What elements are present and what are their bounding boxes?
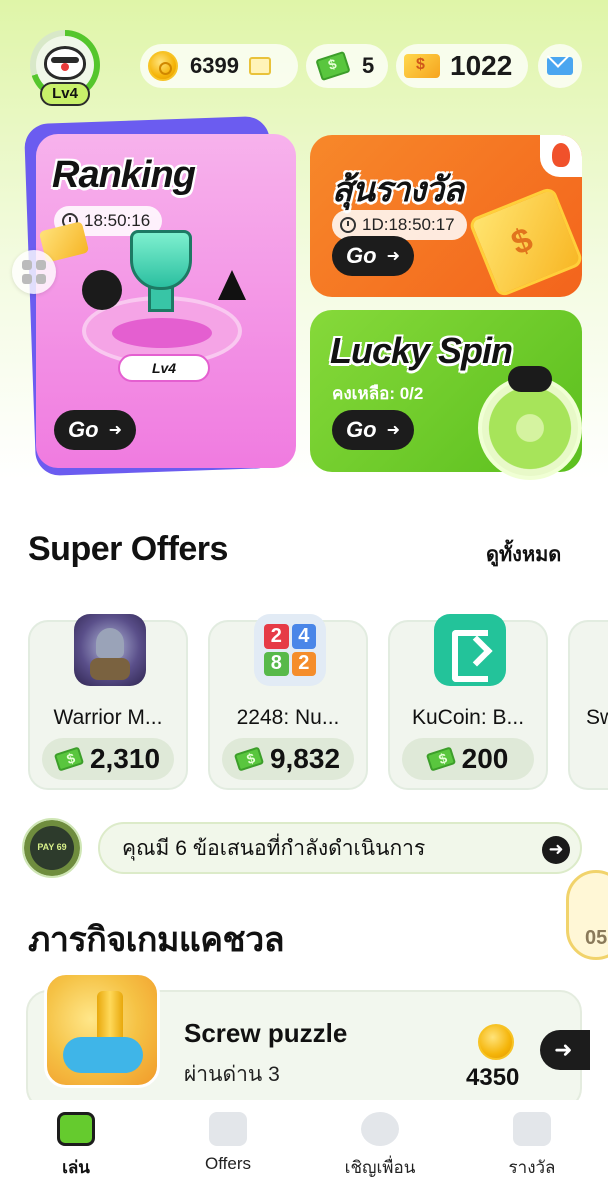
character-face-icon xyxy=(44,46,86,80)
tile-2b: 2 xyxy=(291,651,316,676)
lucky-spin-title: Lucky Spin xyxy=(330,330,513,371)
offer-card[interactable]: Warrior M... 2,310 xyxy=(28,614,188,790)
offer-reward-value: 200 xyxy=(461,743,509,774)
kucoin-icon xyxy=(434,614,506,686)
cash-icon xyxy=(53,746,85,772)
lucky-draw-go-label: Go xyxy=(346,243,377,268)
coin-icon xyxy=(478,1024,514,1060)
casual-games-title: ภารกิจเกมแคชวล xyxy=(28,921,285,959)
active-offers-message: คุณมี 6 ข้อเสนอที่กำลังดำเนินการ xyxy=(122,836,426,860)
coin-icon xyxy=(148,51,178,81)
offer-reward-value: 9,832 xyxy=(269,743,341,774)
offer-card[interactable]: 2 4 8 2 2248: Nu... 9,832 xyxy=(208,614,368,790)
offer-name: 2248: Nu... xyxy=(236,706,340,729)
offers-icon xyxy=(209,1112,247,1146)
offer-reward-value: 2,310 xyxy=(89,743,161,774)
offer-name: KuCoin: B... xyxy=(411,706,525,729)
lucky-spin-remaining: คงเหลือ: 0/2 xyxy=(332,384,424,403)
ticket-balance-value: 1022 xyxy=(450,50,513,81)
warrior-game-icon xyxy=(74,614,146,686)
lucky-draw-go-button[interactable]: Go ➜ xyxy=(332,236,414,276)
ledger-icon xyxy=(248,57,271,75)
bottom-nav: เล่น Offers เชิญเพื่อน รางวัล xyxy=(0,1100,608,1200)
cash-balance-value: 5 xyxy=(362,53,375,78)
fire-icon xyxy=(552,143,570,167)
tile-4: 4 xyxy=(291,624,316,649)
ranking-title: Ranking xyxy=(52,154,196,196)
ranking-timer-value: 18:50:16 xyxy=(84,211,151,230)
bomb-mascot-icon xyxy=(82,270,122,310)
nav-item-rewards[interactable]: รางวัล xyxy=(472,1112,592,1181)
side-menu-button[interactable] xyxy=(12,250,56,294)
gamepad-icon xyxy=(57,1112,95,1146)
clock-icon xyxy=(340,217,356,233)
offer-reward: 200 xyxy=(402,738,534,780)
game-reward: 4350 xyxy=(466,1064,520,1091)
offer-card-partial[interactable]: Sw xyxy=(568,620,608,790)
nav-item-offers[interactable]: Offers xyxy=(168,1112,288,1174)
coin-balance[interactable]: 6399 xyxy=(140,44,298,88)
invite-friend-icon xyxy=(361,1112,399,1146)
wheel-mascot-icon xyxy=(508,366,552,392)
ranking-go-label: Go xyxy=(68,417,99,442)
number-tiles-icon: 2 4 8 2 xyxy=(254,614,326,686)
cash-icon xyxy=(233,746,265,772)
nav-label: เชิญเพื่อน xyxy=(344,1158,416,1177)
nav-label: Offers xyxy=(205,1154,251,1173)
offer-name: Sw xyxy=(586,706,608,729)
nav-item-play[interactable]: เล่น xyxy=(16,1112,136,1181)
offer-reward: 2,310 xyxy=(42,738,174,780)
active-offers-banner[interactable]: PAY 69 คุณมี 6 ข้อเสนอที่กำลังดำเนินการ … xyxy=(20,818,582,878)
cash-icon xyxy=(315,50,351,82)
cash-icon xyxy=(425,746,456,772)
game-play-button[interactable]: ➜ xyxy=(540,1030,590,1070)
arrow-right-icon: ➜ xyxy=(108,422,122,439)
arrow-right-icon: ➜ xyxy=(386,248,400,265)
trophy-base xyxy=(112,318,212,348)
ticket-balance[interactable]: 1022 xyxy=(396,44,528,88)
hot-badge xyxy=(540,135,582,177)
see-all-link[interactable]: ดูทั้งหมด xyxy=(486,538,561,570)
trophy-icon xyxy=(130,230,192,290)
pay69-avatar-text: PAY 69 xyxy=(37,842,67,852)
ranking-level-label: Lv4 xyxy=(118,354,210,382)
game-subtitle: ผ่านด่าน 3 xyxy=(184,1063,280,1086)
pay69-avatar-icon: PAY 69 xyxy=(22,818,82,878)
lucky-draw-timer-value: 1D:18:50:17 xyxy=(362,215,455,234)
lucky-draw-title: สุ้นรางวัล xyxy=(332,171,464,209)
arrow-up-icon xyxy=(218,270,246,300)
mail-icon xyxy=(547,57,573,75)
game-title: Screw puzzle xyxy=(184,1018,348,1048)
ticket-icon xyxy=(404,54,440,78)
floating-reward-badge[interactable]: 05 xyxy=(566,870,608,960)
screw-puzzle-icon xyxy=(44,972,160,1088)
arrow-right-icon: ➜ xyxy=(386,422,400,439)
nav-label: รางวัล xyxy=(508,1158,556,1177)
floating-badge-text: 05 xyxy=(585,927,608,949)
ranking-go-button[interactable]: Go ➜ xyxy=(54,410,136,450)
offer-reward: 9,832 xyxy=(222,738,354,780)
tile-8: 8 xyxy=(264,651,289,676)
rewards-icon xyxy=(513,1112,551,1146)
nav-label: เล่น xyxy=(62,1158,90,1177)
nav-item-invite[interactable]: เชิญเพื่อน xyxy=(320,1112,440,1181)
active-offers-pill[interactable]: คุณมี 6 ข้อเสนอที่กำลังดำเนินการ ➜ xyxy=(98,822,582,874)
cash-balance[interactable]: 5 xyxy=(306,44,388,88)
tile-2: 2 xyxy=(264,624,289,649)
offer-card[interactable]: KuCoin: B... 200 xyxy=(388,614,548,790)
lucky-spin-go-label: Go xyxy=(346,417,377,442)
coin-balance-value: 6399 xyxy=(190,53,239,78)
arrow-right-icon: ➜ xyxy=(542,836,570,864)
offer-name: Warrior M... xyxy=(53,706,163,729)
mail-button[interactable] xyxy=(538,44,582,88)
super-offers-title: Super Offers xyxy=(28,530,228,568)
lucky-spin-go-button[interactable]: Go ➜ xyxy=(332,410,414,450)
level-badge: Lv4 xyxy=(40,82,90,106)
